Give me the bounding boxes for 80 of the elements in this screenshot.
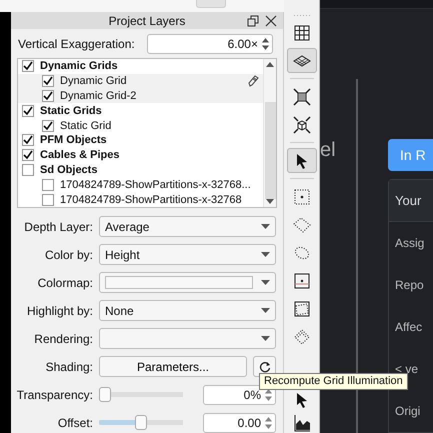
value-field[interactable]: 0.00	[203, 412, 276, 432]
checkbox[interactable]	[42, 75, 54, 88]
layer-item[interactable]: PFM Objects	[18, 132, 263, 148]
checkbox[interactable]	[22, 60, 34, 72]
scrollbar[interactable]	[263, 59, 276, 207]
parameters-button[interactable]: Parameters...	[99, 356, 247, 377]
check-icon	[23, 150, 33, 160]
scroll-up-icon	[266, 62, 274, 67]
checkbox[interactable]	[22, 134, 34, 146]
dropdown[interactable]: Height	[99, 244, 276, 265]
spin-arrows-icon	[262, 38, 269, 50]
layer-item[interactable]: Dynamic Grid-2	[18, 88, 263, 104]
field-label: Colormap:	[36, 276, 93, 290]
dotted-diamond-icon	[292, 328, 310, 346]
exaggeration-field[interactable]: 6.00×	[147, 34, 273, 54]
card-row-label: Origi	[394, 403, 422, 420]
layer-item[interactable]: Dynamic Grid	[18, 74, 263, 89]
field-label: Offset:	[56, 416, 93, 430]
card-row-label: Assig	[394, 235, 426, 252]
card-row-label: Repo	[394, 277, 425, 294]
colormap-dropdown[interactable]	[99, 272, 276, 293]
frame-icon	[292, 272, 310, 290]
toolbar-button[interactable]	[286, 48, 316, 73]
compress-cube-icon	[292, 116, 310, 134]
checkbox[interactable]	[42, 90, 54, 102]
checkbox[interactable]	[22, 164, 34, 176]
checkbox[interactable]	[42, 178, 54, 191]
layer-item[interactable]: Sd Objects	[18, 162, 263, 178]
spin-arrows-icon	[265, 388, 272, 400]
checkbox[interactable]	[22, 149, 34, 162]
layer-item[interactable]: Dynamic Grids	[18, 59, 263, 74]
checkbox[interactable]	[42, 194, 54, 206]
card-row-label: Affec	[394, 319, 424, 336]
heading-text: el	[320, 139, 336, 161]
spin-arrows-icon	[265, 416, 272, 428]
check-icon	[23, 135, 33, 146]
dotted-rectangle-icon	[292, 188, 310, 206]
scroll-thumb[interactable]	[264, 102, 276, 199]
dotted-polygon-icon	[292, 216, 310, 234]
layer-item[interactable]: Static Grids	[18, 103, 263, 118]
field-label: Transparency:	[16, 388, 93, 402]
field-label: Highlight by:	[26, 304, 93, 318]
field-label: Depth Layer:	[23, 220, 93, 234]
panel-title: Project Layers	[108, 14, 186, 28]
close-icon	[265, 15, 277, 27]
refresh-icon	[258, 360, 270, 372]
check-icon	[23, 61, 33, 72]
grip-icon	[294, 14, 310, 17]
field-label: Shading:	[44, 360, 93, 374]
toolbar-button[interactable]	[286, 148, 316, 173]
float-icon	[247, 15, 259, 27]
compress-grid-icon	[292, 88, 310, 106]
area-chart-icon	[292, 414, 310, 432]
caret-icon	[261, 224, 270, 229]
check-icon	[43, 76, 53, 86]
check-icon	[43, 120, 53, 131]
value-field[interactable]: 0%	[203, 384, 276, 404]
check-icon	[43, 90, 53, 101]
caret-icon	[261, 280, 270, 285]
dropdown[interactable]: None	[99, 300, 276, 321]
checkbox[interactable]	[22, 104, 34, 117]
layer-item[interactable]: 1704824789-ShowPartitions-x-32768	[18, 192, 263, 207]
field-label: Rendering:	[33, 332, 93, 346]
layer-item[interactable]: Cables & Pipes	[18, 148, 263, 163]
checkbox[interactable]	[42, 120, 54, 132]
card-header: Your	[389, 180, 433, 222]
caret-icon	[261, 308, 270, 313]
caret-icon	[261, 336, 270, 341]
check-icon	[23, 106, 33, 116]
caret-icon	[261, 252, 270, 257]
field-label: Vertical Exaggeration:	[18, 37, 136, 51]
slider-handle[interactable]	[135, 415, 147, 430]
skewed-frame-icon	[292, 300, 310, 318]
slider-handle[interactable]	[99, 387, 111, 402]
layer-item[interactable]: Static Grid	[18, 118, 263, 133]
field-label: Color by:	[44, 248, 93, 262]
dropdown[interactable]: Average	[99, 216, 276, 237]
grid-icon	[292, 24, 310, 42]
tooltip: Recompute Grid Illumination	[259, 373, 408, 390]
layer-item[interactable]: 1704824789-ShowPartitions-x-32768...	[18, 177, 263, 192]
